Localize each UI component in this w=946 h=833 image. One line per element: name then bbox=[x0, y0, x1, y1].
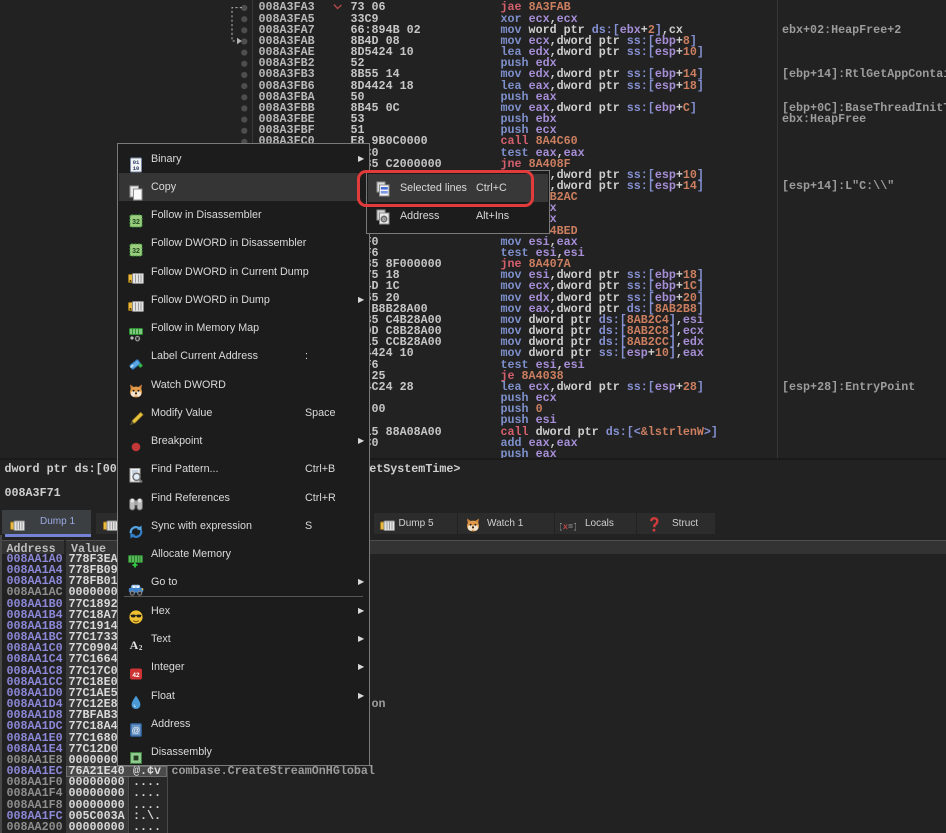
svg-text:42: 42 bbox=[132, 671, 140, 678]
svg-text:10: 10 bbox=[133, 165, 140, 172]
svg-text:[x=]: [x=] bbox=[560, 522, 576, 532]
svg-text:32: 32 bbox=[132, 219, 140, 226]
svg-text:@: @ bbox=[132, 725, 141, 735]
svg-text:32: 32 bbox=[132, 248, 140, 255]
svg-text:A: A bbox=[130, 638, 139, 652]
svg-text:2: 2 bbox=[139, 644, 143, 652]
svg-text:@: @ bbox=[381, 217, 387, 223]
